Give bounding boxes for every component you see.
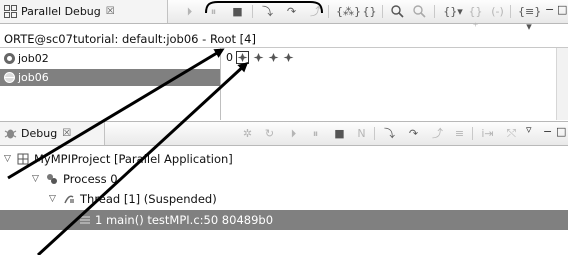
toolbar-separator (328, 5, 329, 18)
resume-icon[interactable]: ⏵ (286, 126, 301, 141)
disconnect-icon[interactable]: N (354, 126, 369, 141)
step-into-icon[interactable]: ⤵ (382, 126, 397, 141)
job-label: job02 (18, 52, 49, 65)
expand-arrow-icon[interactable]: ▽ (49, 189, 56, 209)
process-icon (47, 174, 57, 184)
job-debug-icon (4, 72, 15, 83)
remove-terminated-icon[interactable]: ✲ (240, 126, 255, 141)
stack-frame-icon (80, 216, 90, 224)
tree-item-label: Process 0 (63, 172, 118, 186)
debug-toolbar: ✲ ↻ ⏵ ⏸ ■ N ⤵ ↷ ⤴ ≡ i⇥ ⤲ ▿ − □ (236, 122, 568, 145)
process-set-area: 0 (221, 48, 556, 120)
tree-item-stack-frame[interactable]: 1 main() testMPI.c:50 80489b0 (0, 210, 568, 230)
toolbar-separator (510, 5, 511, 18)
job-item-job02[interactable]: job02 (0, 50, 220, 67)
tree-item-thread[interactable]: ▽ Thread [1] (Suspended) (0, 189, 568, 209)
debug-view: Debug ☒ ✲ ↻ ⏵ ⏸ ■ N ⤵ ↷ ⤴ ≡ i⇥ ⤲ ▿ − □ ▽ (0, 121, 568, 255)
unregister-group-icon[interactable]: {} (362, 4, 377, 19)
parallel-debug-icon (4, 5, 17, 18)
vertical-scrollbar[interactable] (556, 48, 568, 120)
tree-item-label: 1 main() testMPI.c:50 80489b0 (95, 213, 274, 227)
remove-from-set-icon[interactable]: (-) (490, 4, 505, 19)
resume-icon[interactable]: ⏵ (182, 4, 197, 19)
tab-debug[interactable]: Debug ☒ (0, 122, 105, 145)
view-menu-icon[interactable]: ▿ (526, 123, 532, 136)
job-list: job02 job06 (0, 48, 221, 120)
toolbar-separator (472, 127, 473, 140)
tree-item-label: Thread [1] (Suspended) (80, 192, 217, 206)
job-icon (4, 53, 15, 64)
step-over-icon[interactable]: ↷ (406, 126, 421, 141)
job-item-job06[interactable]: job06 (0, 69, 220, 86)
register-group-icon[interactable]: {⁂} (336, 4, 361, 19)
zoom-in-icon[interactable] (390, 4, 405, 19)
create-set-icon[interactable]: {}▾ (442, 4, 464, 19)
use-step-filters-icon[interactable]: ⤲ (504, 126, 519, 141)
instruction-stepping-icon[interactable]: i⇥ (480, 126, 495, 141)
maximize-icon[interactable]: □ (556, 125, 566, 138)
debug-tab-bar: Debug ☒ ✲ ↻ ⏵ ⏸ ■ N ⤵ ↷ ⤴ ≡ i⇥ ⤲ ▿ − □ (0, 122, 568, 146)
tree-item-process[interactable]: ▽ Process 0 (0, 169, 568, 189)
suspend-icon[interactable]: ⏸ (308, 126, 323, 141)
process-icons (236, 51, 294, 64)
step-return-icon[interactable]: ⤴ (430, 126, 445, 141)
minimize-icon[interactable]: − (543, 125, 552, 138)
thread-icon (64, 195, 74, 204)
toolbar-highlight-bracket (205, 1, 323, 14)
process-icon[interactable] (268, 53, 279, 62)
tab-debug-label: Debug (21, 127, 58, 140)
close-icon[interactable]: ☒ (106, 6, 115, 17)
toolbar-separator (382, 5, 383, 18)
process-set-index: 0 (226, 51, 233, 64)
expand-arrow-icon[interactable]: ▽ (32, 169, 39, 189)
debug-tree: ▽ MyMPIProject [Parallel Application] ▽ … (0, 147, 568, 256)
tree-item-label: MyMPIProject [Parallel Application] (34, 152, 233, 166)
relaunch-icon[interactable]: ↻ (262, 126, 277, 141)
terminate-icon[interactable]: ■ (332, 126, 347, 141)
bug-icon (4, 129, 17, 139)
parallel-debug-view: Parallel Debug ☒ ⏵ ⏸ ■ ⤵ ↷ ⤴ {⁂} {} {}▾ … (0, 0, 568, 120)
toolbar-separator (374, 127, 375, 140)
zoom-out-icon[interactable] (412, 4, 427, 19)
tree-item-launch[interactable]: ▽ MyMPIProject [Parallel Application] (0, 149, 568, 169)
toolbar-separator (434, 5, 435, 18)
launch-icon (17, 153, 29, 165)
process-icon[interactable] (253, 53, 264, 62)
add-to-set-icon[interactable]: {}⁺ (468, 4, 483, 33)
drop-to-frame-icon[interactable]: ≡ (452, 126, 467, 141)
close-icon[interactable]: ☒ (62, 128, 71, 139)
change-set-icon[interactable]: {≡}▾ (518, 4, 541, 33)
minimize-icon[interactable]: − (545, 3, 554, 16)
job-info-bar: ORTE@sc07tutorial: default:job06 - Root … (0, 31, 568, 48)
tab-parallel-debug[interactable]: Parallel Debug ☒ (0, 0, 168, 23)
tab-parallel-debug-label: Parallel Debug (21, 5, 101, 18)
job-label: job06 (18, 71, 49, 84)
expand-arrow-icon[interactable]: ▽ (4, 149, 11, 169)
process-icon[interactable] (283, 53, 294, 62)
maximize-icon[interactable]: □ (557, 3, 567, 16)
